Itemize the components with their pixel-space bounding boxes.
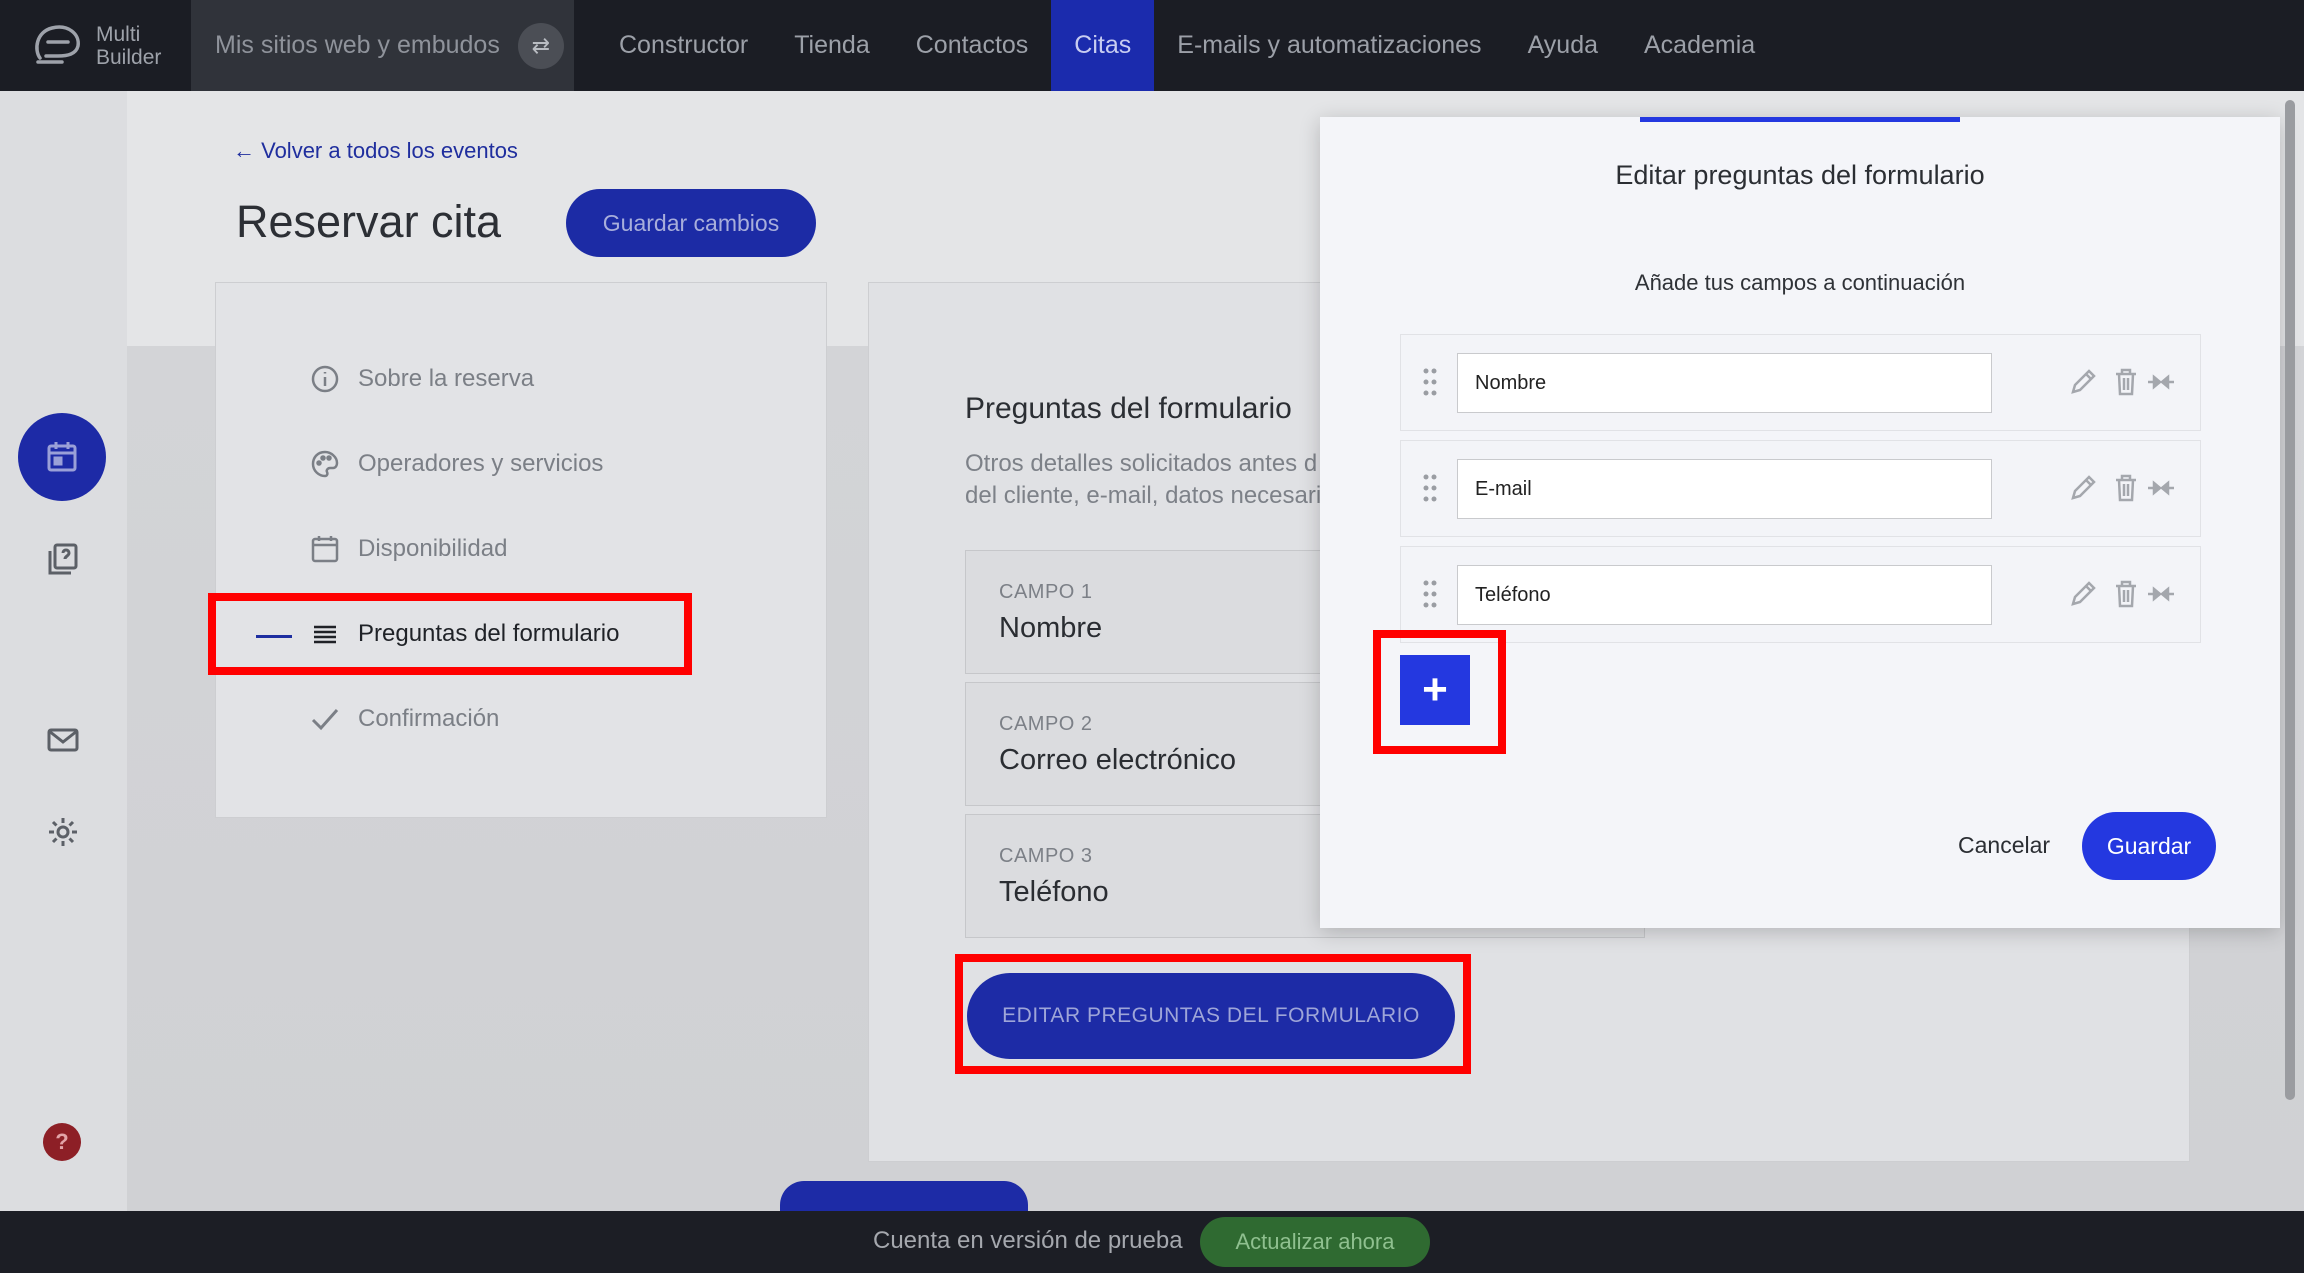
scrollbar[interactable]: [2285, 100, 2295, 1100]
nav-academia[interactable]: Academia: [1621, 0, 1778, 91]
cancel-button[interactable]: Cancelar: [1958, 832, 2050, 859]
check-icon: [311, 709, 339, 731]
step-sobre-la-reserva[interactable]: Sobre la reserva: [310, 364, 534, 394]
modal-field-row: [1400, 334, 2201, 431]
page-title: Reservar cita: [236, 196, 502, 247]
palette-icon: [311, 450, 339, 478]
modal-title: Editar preguntas del formulario: [1615, 160, 1985, 190]
desc-line: Otros detalles solicitados antes d: [965, 450, 1318, 477]
logo-line1: Multi: [96, 22, 141, 46]
drag-handle-icon[interactable]: [1423, 368, 1437, 396]
field-name-input[interactable]: [1457, 565, 1992, 625]
drag-handle-icon[interactable]: [1423, 474, 1437, 502]
collapse-arrows-icon[interactable]: [2146, 473, 2176, 503]
delete-trash-icon[interactable]: [2111, 579, 2141, 609]
logo-text: Multi Builder: [96, 23, 161, 69]
field-name-input[interactable]: [1457, 353, 1992, 413]
form-questions-description: Otros detalles solicitados antes d del c…: [965, 448, 1325, 512]
logo[interactable]: Multi Builder: [0, 0, 191, 91]
nav-constructor[interactable]: Constructor: [596, 0, 771, 91]
pages-icon[interactable]: [38, 534, 88, 584]
save-button[interactable]: Guardar: [2082, 812, 2216, 880]
nav-citas[interactable]: Citas: [1051, 0, 1155, 91]
step-label: Sobre la reserva: [358, 365, 535, 392]
nav-tienda[interactable]: Tienda: [771, 0, 893, 91]
field-name-input[interactable]: [1457, 459, 1992, 519]
logo-icon: [35, 24, 80, 64]
desc-line: del cliente, e-mail, datos necesari: [965, 482, 1322, 509]
modal-field-row: [1400, 546, 2201, 643]
sites-label: Mis sitios web y embudos: [215, 31, 500, 59]
step-label: Confirmación: [358, 705, 500, 732]
collapse-arrows-icon[interactable]: [2146, 579, 2176, 609]
settings-icon[interactable]: [38, 807, 88, 857]
highlight-edit-button: [955, 954, 1471, 1074]
steps-card: [215, 282, 827, 818]
swap-icon[interactable]: ⇄: [517, 22, 564, 69]
modal-subtitle: Añade tus campos a continuación: [1634, 270, 1966, 295]
left-rail: [0, 91, 127, 1211]
edit-pencil-icon[interactable]: [2068, 473, 2098, 503]
help-button[interactable]: ?: [43, 1123, 81, 1161]
edit-pencil-icon[interactable]: [2068, 579, 2098, 609]
modal-accent: [1640, 117, 1960, 122]
info-icon: [311, 365, 339, 393]
sites-switcher[interactable]: Mis sitios web y embudos ⇄: [191, 0, 574, 91]
modal-field-row: [1400, 440, 2201, 537]
collapse-arrows-icon[interactable]: [2146, 367, 2176, 397]
form-questions-title: Preguntas del formulario: [965, 392, 1292, 425]
back-link[interactable]: ← Volver a todos los eventos: [233, 138, 518, 164]
step-confirmacion[interactable]: Confirmación: [310, 704, 499, 734]
drag-handle-icon[interactable]: [1423, 580, 1437, 608]
step-operadores[interactable]: Operadores y servicios: [310, 449, 603, 479]
nav-contactos[interactable]: Contactos: [893, 0, 1052, 91]
logo-line2: Builder: [96, 45, 162, 69]
delete-trash-icon[interactable]: [2111, 473, 2141, 503]
save-changes-button[interactable]: Guardar cambios: [566, 189, 816, 257]
step-disponibilidad[interactable]: Disponibilidad: [310, 534, 507, 564]
highlight-step: [208, 593, 692, 675]
delete-trash-icon[interactable]: [2111, 367, 2141, 397]
calendar-icon[interactable]: [18, 413, 106, 501]
trial-text: Cuenta en versión de prueba: [873, 1227, 1183, 1254]
step-label: Operadores y servicios: [358, 450, 604, 477]
mail-icon[interactable]: [38, 715, 88, 765]
nav-emails[interactable]: E-mails y automatizaciones: [1154, 0, 1504, 91]
step-label: Disponibilidad: [358, 535, 508, 562]
edit-pencil-icon[interactable]: [2068, 367, 2098, 397]
highlight-add-button: [1373, 630, 1506, 754]
calendar-icon: [311, 536, 339, 563]
nav-ayuda[interactable]: Ayuda: [1505, 0, 1621, 91]
top-nav: Multi Builder Mis sitios web y embudos ⇄…: [0, 0, 2304, 91]
upgrade-button[interactable]: Actualizar ahora: [1200, 1217, 1430, 1267]
